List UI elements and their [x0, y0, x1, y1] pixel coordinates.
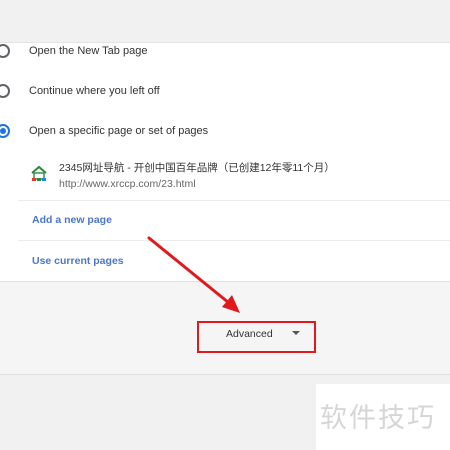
radio-label: Continue where you left off — [29, 85, 160, 97]
page-title: 2345网址导航 - 开创中国百年品牌（已创建12年零11个月） — [59, 162, 335, 174]
page-url: http://www.xrccp.com/23.html — [59, 178, 196, 190]
radio-label: Open a specific page or set of pages — [29, 125, 209, 137]
divider — [18, 240, 450, 241]
radio-button-unchecked[interactable] — [0, 84, 10, 98]
watermark-text: 软件技巧 — [320, 403, 436, 434]
radio-button-unchecked[interactable] — [0, 44, 10, 58]
use-current-pages-link[interactable]: Use current pages — [32, 255, 124, 267]
add-new-page-link[interactable]: Add a new page — [32, 214, 112, 226]
radio-label: Open the New Tab page — [29, 45, 148, 57]
startup-page-entry[interactable]: 2345网址导航 - 开创中国百年品牌（已创建12年零11个月） http://… — [30, 155, 430, 195]
radio-button-checked[interactable] — [0, 124, 10, 138]
advanced-button[interactable]: Advanced — [226, 327, 273, 341]
divider — [18, 200, 450, 201]
dropdown-caret-icon[interactable] — [292, 331, 300, 335]
site-favicon-icon — [31, 165, 47, 181]
startup-settings-card: Open the New Tab page Continue where you… — [0, 42, 450, 282]
advanced-label: Advanced — [226, 328, 273, 340]
